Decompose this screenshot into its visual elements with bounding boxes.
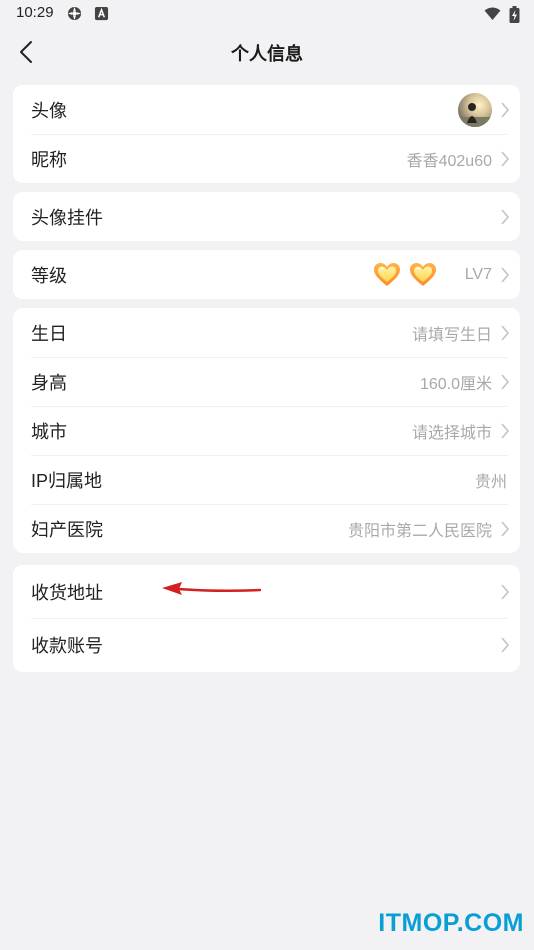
level-badges xyxy=(374,262,436,287)
payment-account-label: 收款账号 xyxy=(31,636,103,656)
nickname-row[interactable]: 昵称 香香402u60 xyxy=(13,134,520,183)
level-label: 等级 xyxy=(31,265,67,286)
chevron-right-icon xyxy=(501,208,510,225)
chevron-right-icon xyxy=(501,583,510,600)
height-row[interactable]: 身高 160.0厘米 xyxy=(13,357,520,406)
avatar-label: 头像 xyxy=(31,100,67,121)
wifi-icon xyxy=(484,7,501,20)
shipping-address-row[interactable]: 收货地址 xyxy=(13,565,520,618)
height-value: 160.0厘米 xyxy=(419,375,492,393)
watermark: ITMOP.COM xyxy=(378,909,524,937)
maternity-hospital-label: 妇产医院 xyxy=(31,519,103,540)
battery-icon xyxy=(509,5,520,23)
nav-bar: 个人信息 xyxy=(0,30,534,74)
chevron-right-icon xyxy=(501,422,510,439)
ip-location-row: IP归属地 贵州 xyxy=(13,455,520,504)
avatar-pendant-row[interactable]: 头像挂件 xyxy=(13,192,520,241)
ip-location-label: IP归属地 xyxy=(31,470,103,491)
maternity-hospital-row[interactable]: 妇产医院 贵阳市第二人民医院 xyxy=(13,504,520,553)
ip-location-value: 贵州 xyxy=(474,473,507,491)
nickname-value: 香香402u60 xyxy=(406,152,492,170)
maternity-hospital-value: 贵阳市第二人民医院 xyxy=(347,522,492,540)
chevron-right-icon xyxy=(501,637,510,653)
chevron-right-icon xyxy=(501,373,510,390)
status-time: 10:29 xyxy=(16,4,54,21)
birthday-value: 请填写生日 xyxy=(411,326,492,344)
page-title: 个人信息 xyxy=(231,44,303,64)
payment-account-row[interactable]: 收款账号 xyxy=(13,618,520,672)
avatar-row[interactable]: 头像 xyxy=(13,85,520,134)
city-value: 请选择城市 xyxy=(411,424,492,442)
avatar-pendant-card: 头像挂件 xyxy=(13,192,520,241)
chevron-right-icon xyxy=(501,150,510,167)
avatar-pendant-label: 头像挂件 xyxy=(31,207,103,228)
basic-info-card: 头像 昵称 香香402u60 xyxy=(13,85,520,183)
birthday-row[interactable]: 生日 请填写生日 xyxy=(13,308,520,357)
address-account-card: 收货地址 收款账号 xyxy=(13,565,520,672)
avatar xyxy=(458,92,492,127)
level-value: LV7 xyxy=(464,265,492,283)
level-card: 等级 LV7 xyxy=(13,250,520,299)
birthday-label: 生日 xyxy=(31,323,67,344)
city-label: 城市 xyxy=(31,421,67,442)
sync-icon xyxy=(67,6,82,21)
nickname-label: 昵称 xyxy=(31,149,67,170)
height-label: 身高 xyxy=(31,372,67,393)
chevron-right-icon xyxy=(501,324,510,341)
chevron-right-icon xyxy=(501,520,510,537)
keyboard-a-icon xyxy=(94,6,109,21)
avatar-image xyxy=(458,92,492,127)
status-bar: 10:29 xyxy=(0,0,534,30)
annotation-arrow-icon xyxy=(162,582,262,595)
level-row[interactable]: 等级 LV7 xyxy=(13,250,520,299)
chevron-right-icon xyxy=(501,266,510,283)
heart-badge-icon xyxy=(374,262,400,286)
personal-details-card: 生日 请填写生日 身高 160.0厘米 城市 请选择城市 IP归属地 贵州 妇产… xyxy=(13,308,520,553)
city-row[interactable]: 城市 请选择城市 xyxy=(13,406,520,455)
shipping-address-label: 收货地址 xyxy=(31,582,103,603)
heart-badge-icon xyxy=(410,262,436,286)
chevron-right-icon xyxy=(501,101,510,118)
